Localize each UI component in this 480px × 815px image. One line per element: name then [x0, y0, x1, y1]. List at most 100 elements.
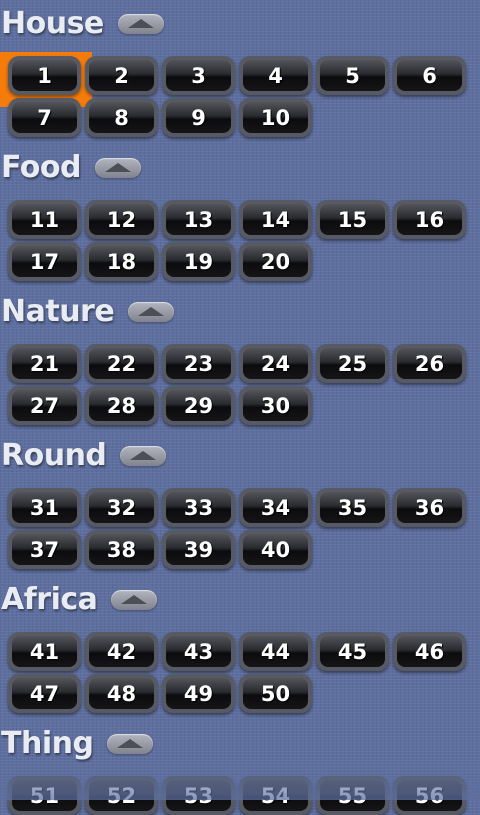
level-number: 12 [106, 207, 137, 232]
level-button[interactable]: 51 [8, 776, 81, 815]
level-button[interactable]: 15 [316, 200, 389, 239]
collapse-button[interactable] [107, 734, 154, 754]
chevron-up-icon [104, 163, 131, 172]
collapse-button[interactable] [111, 590, 158, 610]
level-button[interactable]: 12 [85, 200, 158, 239]
level-button[interactable]: 56 [393, 776, 466, 815]
level-number: 24 [260, 351, 291, 376]
section-header: Nature [0, 292, 175, 332]
level-button[interactable]: 7 [8, 98, 81, 137]
level-button[interactable]: 40 [239, 530, 312, 569]
level-button[interactable]: 35 [316, 488, 389, 527]
level-number: 2 [114, 63, 129, 88]
level-number: 7 [37, 105, 52, 130]
level-button[interactable]: 54 [239, 776, 312, 815]
level-button[interactable]: 26 [393, 344, 466, 383]
level-number: 25 [337, 351, 368, 376]
level-button[interactable]: 31 [8, 488, 81, 527]
chevron-up-icon [130, 451, 157, 460]
level-button[interactable]: 18 [85, 242, 158, 281]
level-button[interactable]: 30 [239, 386, 312, 425]
level-number: 50 [260, 681, 291, 706]
collapse-button[interactable] [128, 302, 175, 322]
level-button[interactable]: 14 [239, 200, 312, 239]
level-number: 29 [183, 393, 214, 418]
level-button[interactable]: 16 [393, 200, 466, 239]
level-button[interactable]: 3 [162, 56, 235, 95]
collapse-button[interactable] [94, 158, 141, 178]
level-number: 48 [106, 681, 137, 706]
level-button[interactable]: 19 [162, 242, 235, 281]
level-button[interactable]: 25 [316, 344, 389, 383]
level-button[interactable]: 47 [8, 674, 81, 713]
level-button[interactable]: 34 [239, 488, 312, 527]
level-button[interactable]: 38 [85, 530, 158, 569]
level-number: 15 [337, 207, 368, 232]
level-button[interactable]: 28 [85, 386, 158, 425]
level-button[interactable]: 55 [316, 776, 389, 815]
collapse-button[interactable] [117, 14, 164, 34]
level-button[interactable]: 20 [239, 242, 312, 281]
level-button[interactable]: 23 [162, 344, 235, 383]
level-number: 37 [29, 537, 60, 562]
chevron-up-icon [138, 307, 165, 316]
level-button[interactable]: 45 [316, 632, 389, 671]
level-button[interactable]: 43 [162, 632, 235, 671]
level-number: 6 [422, 63, 437, 88]
level-number: 32 [106, 495, 137, 520]
level-button[interactable]: 17 [8, 242, 81, 281]
level-button[interactable]: 42 [85, 632, 158, 671]
level-button[interactable]: 36 [393, 488, 466, 527]
level-button[interactable]: 33 [162, 488, 235, 527]
level-number: 52 [106, 783, 137, 808]
section-title: Nature [1, 294, 115, 329]
level-number: 17 [29, 249, 60, 274]
level-button[interactable]: 27 [8, 386, 81, 425]
level-number: 41 [29, 639, 60, 664]
level-button[interactable]: 22 [85, 344, 158, 383]
level-number: 45 [337, 639, 368, 664]
level-button[interactable]: 5 [316, 56, 389, 95]
section-title: Thing [1, 726, 94, 761]
level-number: 26 [414, 351, 445, 376]
level-number: 39 [183, 537, 214, 562]
level-button[interactable]: 4 [239, 56, 312, 95]
level-button[interactable]: 48 [85, 674, 158, 713]
level-button[interactable]: 49 [162, 674, 235, 713]
level-button[interactable]: 46 [393, 632, 466, 671]
level-button[interactable]: 21 [8, 344, 81, 383]
level-number: 28 [106, 393, 137, 418]
chevron-up-icon [117, 739, 144, 748]
level-button[interactable]: 50 [239, 674, 312, 713]
level-button[interactable]: 6 [393, 56, 466, 95]
level-button[interactable]: 13 [162, 200, 235, 239]
level-button[interactable]: 53 [162, 776, 235, 815]
level-button[interactable]: 29 [162, 386, 235, 425]
level-button[interactable]: 8 [85, 98, 158, 137]
level-number: 4 [268, 63, 283, 88]
level-number: 51 [29, 783, 60, 808]
collapse-button[interactable] [120, 446, 167, 466]
level-number: 1 [37, 63, 52, 88]
section-title: Food [1, 150, 81, 185]
level-button[interactable]: 52 [85, 776, 158, 815]
level-button[interactable]: 10 [239, 98, 312, 137]
level-button[interactable]: 37 [8, 530, 81, 569]
level-button[interactable]: 9 [162, 98, 235, 137]
level-button[interactable]: 41 [8, 632, 81, 671]
level-number: 34 [260, 495, 291, 520]
level-button[interactable]: 39 [162, 530, 235, 569]
level-button[interactable]: 24 [239, 344, 312, 383]
level-number: 31 [29, 495, 60, 520]
level-button[interactable]: 11 [8, 200, 81, 239]
level-button[interactable]: 2 [85, 56, 158, 95]
level-button[interactable]: 32 [85, 488, 158, 527]
level-number: 8 [114, 105, 129, 130]
level-number: 44 [260, 639, 291, 664]
section-header: Food [0, 148, 141, 188]
section-title: Round [1, 438, 107, 473]
level-button[interactable]: 1 [8, 56, 81, 95]
section-header: Africa [0, 580, 158, 620]
level-button[interactable]: 44 [239, 632, 312, 671]
level-number: 49 [183, 681, 214, 706]
